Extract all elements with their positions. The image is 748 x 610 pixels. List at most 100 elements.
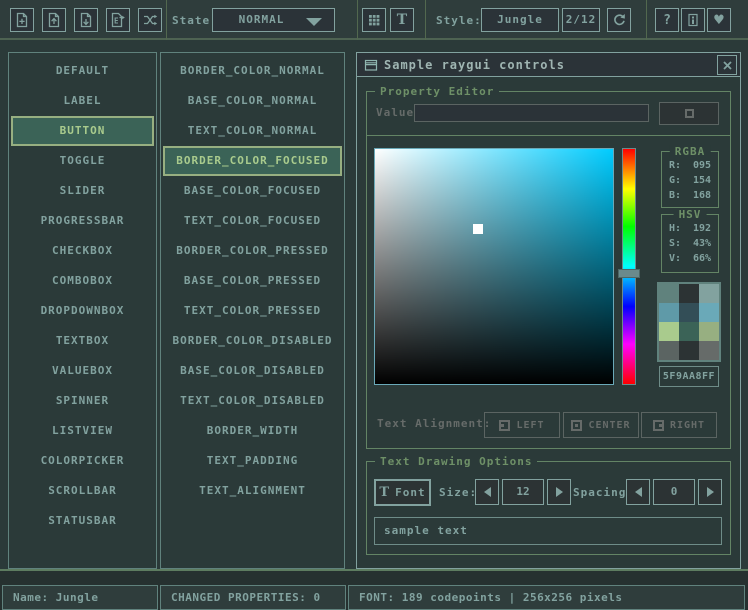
toolbar-separator [166,0,167,40]
controls-list-item[interactable]: LISTVIEW [9,416,156,446]
align-right-button: RIGHT [641,412,717,438]
hsv-row: S: 43% [662,236,718,251]
status-changed-properties: CHANGED PROPERTIES: 0 [160,585,346,610]
properties-list-item[interactable]: TEXT_COLOR_NORMAL [161,116,344,146]
arrow-right-icon [556,487,563,497]
font-view-button[interactable]: T [390,8,414,32]
style-counter-box[interactable]: 2/12 [562,8,600,32]
state-dropdown[interactable]: NORMAL [212,8,335,32]
question-icon: ? [663,13,671,28]
hue-bar[interactable] [622,148,636,385]
controls-list-item[interactable]: LABEL [9,86,156,116]
controls-list-item[interactable]: TOGGLE [9,146,156,176]
controls-list-item[interactable]: CHECKBOX [9,236,156,266]
font-button[interactable]: T Font [374,479,431,506]
properties-list-item[interactable]: BASE_COLOR_NORMAL [161,86,344,116]
channel-label: S: [669,236,681,251]
style-table-button[interactable] [362,8,386,32]
open-file-icon [46,12,62,28]
controls-list-item[interactable]: STATUSBAR [9,506,156,536]
properties-list-item[interactable]: TEXT_COLOR_FOCUSED [161,206,344,236]
font-T-icon: T [379,486,390,499]
toolbar: E State NORMAL T [0,0,748,40]
palette-color-cell[interactable] [659,303,679,322]
hue-slider-handle[interactable] [618,269,640,278]
channel-value: 168 [693,188,711,203]
channel-label: R: [669,158,681,173]
palette-color-cell[interactable] [679,322,699,341]
align-right-icon [653,420,664,431]
size-decrement-button[interactable] [475,479,499,505]
align-center-text: CENTER [588,420,630,431]
hex-color-box[interactable]: 5F9AA8FF [659,366,719,387]
palette-color-cell[interactable] [699,341,719,360]
controls-list-item[interactable]: VALUEBOX [9,356,156,386]
palette-color-cell[interactable] [699,284,719,303]
color-picker-cursor[interactable] [473,224,483,234]
properties-list-item[interactable]: TEXT_PADDING [161,446,344,476]
spacing-label: Spacing: [573,486,634,500]
controls-list-item[interactable]: BUTTON [11,116,154,146]
properties-list-item[interactable]: BORDER_COLOR_NORMAL [161,56,344,86]
size-increment-button[interactable] [547,479,571,505]
palette-color-cell[interactable] [699,322,719,341]
controls-list-item[interactable]: TEXTBOX [9,326,156,356]
state-dropdown-value: NORMAL [239,13,285,26]
info-icon [685,12,701,28]
sponsor-button[interactable]: ♥ [707,8,731,32]
controls-list-item[interactable]: DROPDOWNBOX [9,296,156,326]
channel-label: B: [669,188,681,203]
properties-list-item[interactable]: TEXT_COLOR_DISABLED [161,386,344,416]
new-file-button[interactable] [10,8,34,32]
palette-color-cell[interactable] [659,341,679,360]
window-titlebar[interactable]: Sample raygui controls [357,53,740,77]
sample-text-box[interactable]: sample text [374,517,722,545]
controls-list-item[interactable]: COMBOBOX [9,266,156,296]
spacing-decrement-button[interactable] [626,479,650,505]
controls-list-item[interactable]: DEFAULT [9,56,156,86]
palette-color-cell[interactable] [699,303,719,322]
help-button[interactable]: ? [655,8,679,32]
style-label: Style: [436,14,482,28]
style-name-box[interactable]: Jungle [481,8,559,32]
align-center-icon [571,420,582,431]
text-icon: T [397,14,407,27]
palette-color-cell[interactable] [659,284,679,303]
palette-color-cell[interactable] [679,341,699,360]
spacing-increment-button[interactable] [698,479,722,505]
reload-style-button[interactable] [607,8,631,32]
export-file-icon: E [110,12,126,28]
about-button[interactable] [681,8,705,32]
open-file-button[interactable] [42,8,66,32]
close-icon [722,60,733,71]
properties-list-item[interactable]: BASE_COLOR_PRESSED [161,266,344,296]
export-file-button[interactable]: E [106,8,130,32]
align-left-icon [499,420,510,431]
color-picker-panel[interactable] [374,148,614,385]
controls-list-item[interactable]: SPINNER [9,386,156,416]
divider-line [367,135,730,136]
state-label: State [172,14,210,28]
close-button[interactable] [717,55,737,75]
properties-list-item[interactable]: BORDER_COLOR_DISABLED [161,326,344,356]
channel-value: 192 [693,221,711,236]
window-title: Sample raygui controls [384,58,565,72]
controls-list-item[interactable]: COLORPICKER [9,446,156,476]
palette-color-cell[interactable] [679,284,699,303]
controls-list-item[interactable]: SLIDER [9,176,156,206]
palette-color-cell[interactable] [659,322,679,341]
spacing-value-box[interactable]: 0 [653,479,695,505]
properties-list-item[interactable]: TEXT_COLOR_PRESSED [161,296,344,326]
properties-list-item[interactable]: BASE_COLOR_DISABLED [161,356,344,386]
properties-list-item[interactable]: BASE_COLOR_FOCUSED [161,176,344,206]
controls-list-item[interactable]: PROGRESSBAR [9,206,156,236]
properties-list-item[interactable]: BORDER_COLOR_FOCUSED [163,146,342,176]
controls-list-item[interactable]: SCROLLBAR [9,476,156,506]
properties-list-item[interactable]: TEXT_ALIGNMENT [161,476,344,506]
properties-list-item[interactable]: BORDER_COLOR_PRESSED [161,236,344,266]
size-value-box[interactable]: 12 [502,479,544,505]
palette-color-cell[interactable] [679,303,699,322]
random-style-button[interactable] [138,8,162,32]
save-file-button[interactable] [74,8,98,32]
properties-list-item[interactable]: BORDER_WIDTH [161,416,344,446]
